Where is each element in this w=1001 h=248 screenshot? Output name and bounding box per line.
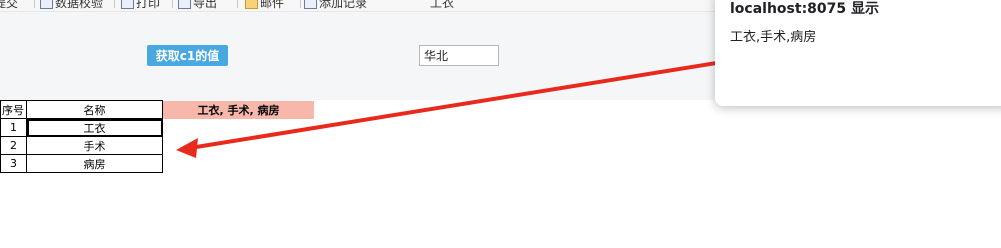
report-page: 提交 数据校验 打印 导出 邮件 添加记录 工衣: [0, 0, 1001, 248]
toolbar-export-button[interactable]: 导出: [178, 0, 217, 10]
table-row: 3 病房: [0, 154, 163, 173]
toolbar-add-record-label: 添加记录: [319, 0, 368, 10]
alert-message: 工衣,手术,病房: [730, 30, 817, 45]
toolbar-add-record-button[interactable]: 添加记录: [304, 0, 367, 10]
region-input[interactable]: [419, 45, 499, 66]
row-index: 1: [0, 118, 27, 137]
toolbar-separator: [34, 0, 35, 8]
toolbar-separator: [300, 0, 301, 8]
get-c1-value-button[interactable]: 获取c1的值: [147, 45, 228, 66]
row-index: 2: [0, 136, 27, 155]
toolbar-separator: [114, 0, 115, 8]
alert-title: localhost:8075 显示: [730, 1, 880, 17]
toolbar-export-label: 导出: [193, 0, 218, 10]
toolbar-data-check-label: 数据校验: [55, 0, 104, 10]
arrow-head: [176, 138, 198, 158]
header-index: 序号: [0, 100, 27, 119]
data-check-icon: [40, 0, 53, 9]
toolbar-mail-button[interactable]: 邮件: [245, 0, 284, 10]
toolbar-field-value: 工衣: [430, 0, 454, 10]
row-name-cell[interactable]: 工衣: [26, 118, 163, 137]
toolbar-separator: [172, 0, 173, 8]
table-row: 2 手术: [0, 136, 163, 155]
header-name: 名称: [26, 100, 163, 119]
toolbar-submit-button[interactable]: 提交: [0, 0, 18, 10]
report-table: 序号 名称 1 工衣 2 手术 3 病房: [0, 100, 163, 173]
export-icon: [178, 0, 191, 9]
row-name-cell[interactable]: 病房: [26, 154, 163, 173]
toolbar-separator: [237, 0, 238, 8]
alert-dialog: localhost:8075 显示 工衣,手术,病房: [715, 0, 1001, 106]
print-icon: [121, 0, 134, 9]
mail-icon: [245, 0, 258, 9]
toolbar-data-check-button[interactable]: 数据校验: [40, 0, 103, 10]
toolbar-print-label: 打印: [136, 0, 161, 10]
toolbar-mail-label: 邮件: [260, 0, 285, 10]
toolbar-print-button[interactable]: 打印: [121, 0, 160, 10]
table-row: 1 工衣: [0, 118, 163, 137]
table-header-row: 序号 名称: [0, 100, 163, 119]
toolbar-field-text: 工衣: [430, 0, 455, 10]
row-name-cell[interactable]: 手术: [26, 136, 163, 155]
toolbar-submit-label: 提交: [0, 0, 19, 10]
result-cell: 工衣, 手术, 病房: [163, 101, 314, 119]
add-record-icon: [304, 0, 317, 9]
row-index: 3: [0, 154, 27, 173]
